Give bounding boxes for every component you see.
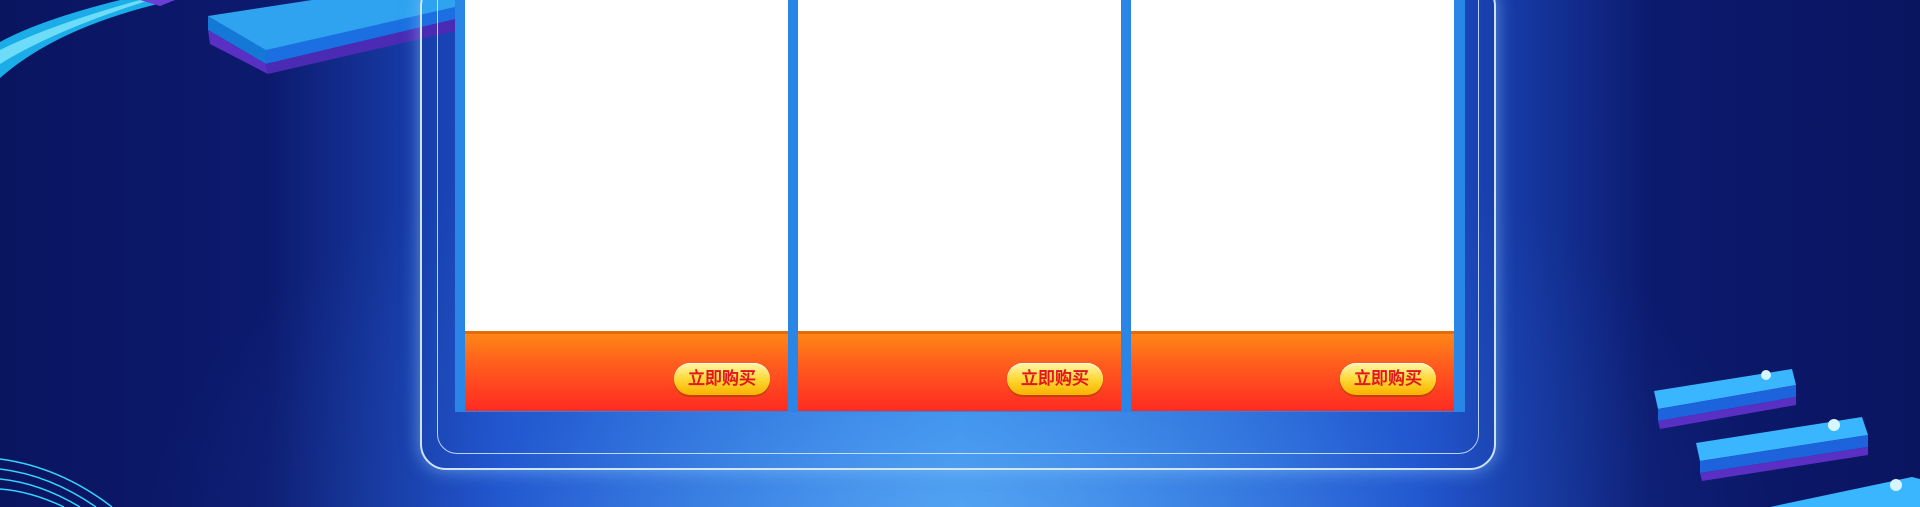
product-image-area — [465, 0, 788, 331]
product-image-area — [1131, 0, 1454, 331]
decorative-blocks-bottom-right — [1654, 369, 1920, 507]
product-card-2: 立即购买 — [798, 0, 1121, 411]
product-image-area — [798, 0, 1121, 331]
product-card-1: 立即购买 — [465, 0, 788, 411]
product-action-bar: 立即购买 — [798, 331, 1121, 411]
product-action-bar: 立即购买 — [1131, 331, 1454, 411]
buy-now-button[interactable]: 立即购买 — [1007, 363, 1103, 395]
decorative-block-top-left — [0, 0, 468, 78]
product-card-3: 立即购买 — [1131, 0, 1454, 411]
buy-now-button[interactable]: 立即购买 — [674, 363, 770, 395]
decorative-lines-bottom-left — [0, 458, 113, 507]
buy-now-button[interactable]: 立即购买 — [1340, 363, 1436, 395]
product-action-bar: 立即购买 — [465, 331, 788, 411]
